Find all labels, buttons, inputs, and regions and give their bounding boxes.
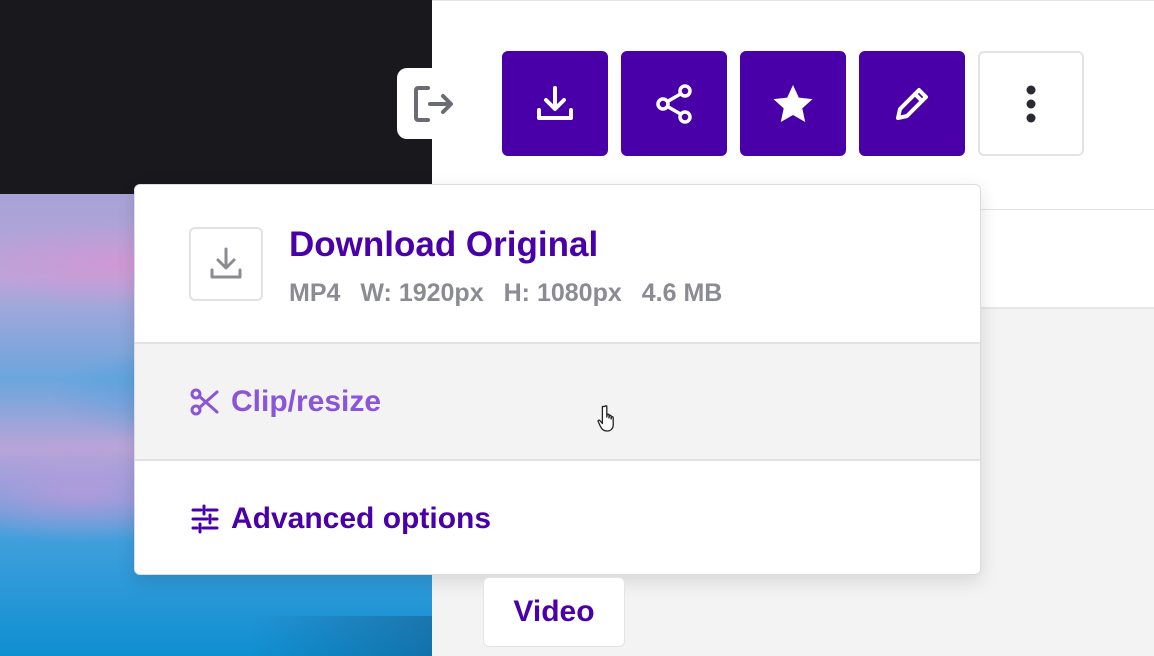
favorite-button[interactable]: [740, 51, 846, 156]
file-size: 4.6 MB: [641, 279, 723, 307]
file-format: MP4: [289, 279, 341, 307]
pencil-icon: [896, 87, 928, 120]
hand-cursor-icon: [597, 405, 614, 432]
scissors-icon: [190, 388, 219, 415]
download-original-title: Download Original: [289, 225, 599, 264]
clip-resize-item[interactable]: Clip/resize: [135, 344, 980, 459]
share-icon: [656, 83, 692, 124]
exit-button[interactable]: [397, 68, 467, 139]
download-icon: [210, 247, 242, 279]
star-icon: [773, 84, 813, 122]
file-height: H: 1080px: [503, 279, 622, 307]
advanced-options-item[interactable]: Advanced options: [135, 461, 980, 574]
download-original-icon-box: [189, 227, 263, 301]
download-dropdown-menu: Download Original MP4 W: 1920px H: 1080p…: [134, 184, 981, 575]
more-vertical-icon: [1026, 85, 1036, 122]
more-options-button[interactable]: [978, 51, 1084, 156]
edit-button[interactable]: [859, 51, 965, 156]
media-viewer-background: [0, 0, 432, 194]
file-width: W: 1920px: [360, 279, 484, 307]
download-original-item[interactable]: Download Original MP4 W: 1920px H: 1080p…: [135, 185, 980, 343]
advanced-options-label: Advanced options: [231, 501, 492, 535]
sliders-icon: [191, 504, 219, 533]
download-icon: [537, 85, 573, 120]
share-button[interactable]: [621, 51, 727, 156]
file-metadata: MP4 W: 1920px H: 1080px 4.6 MB: [289, 279, 722, 308]
exit-icon: [414, 85, 453, 122]
video-tag-chip[interactable]: Video: [483, 577, 625, 647]
clip-resize-label: Clip/resize: [231, 384, 382, 418]
download-button[interactable]: [502, 51, 608, 156]
